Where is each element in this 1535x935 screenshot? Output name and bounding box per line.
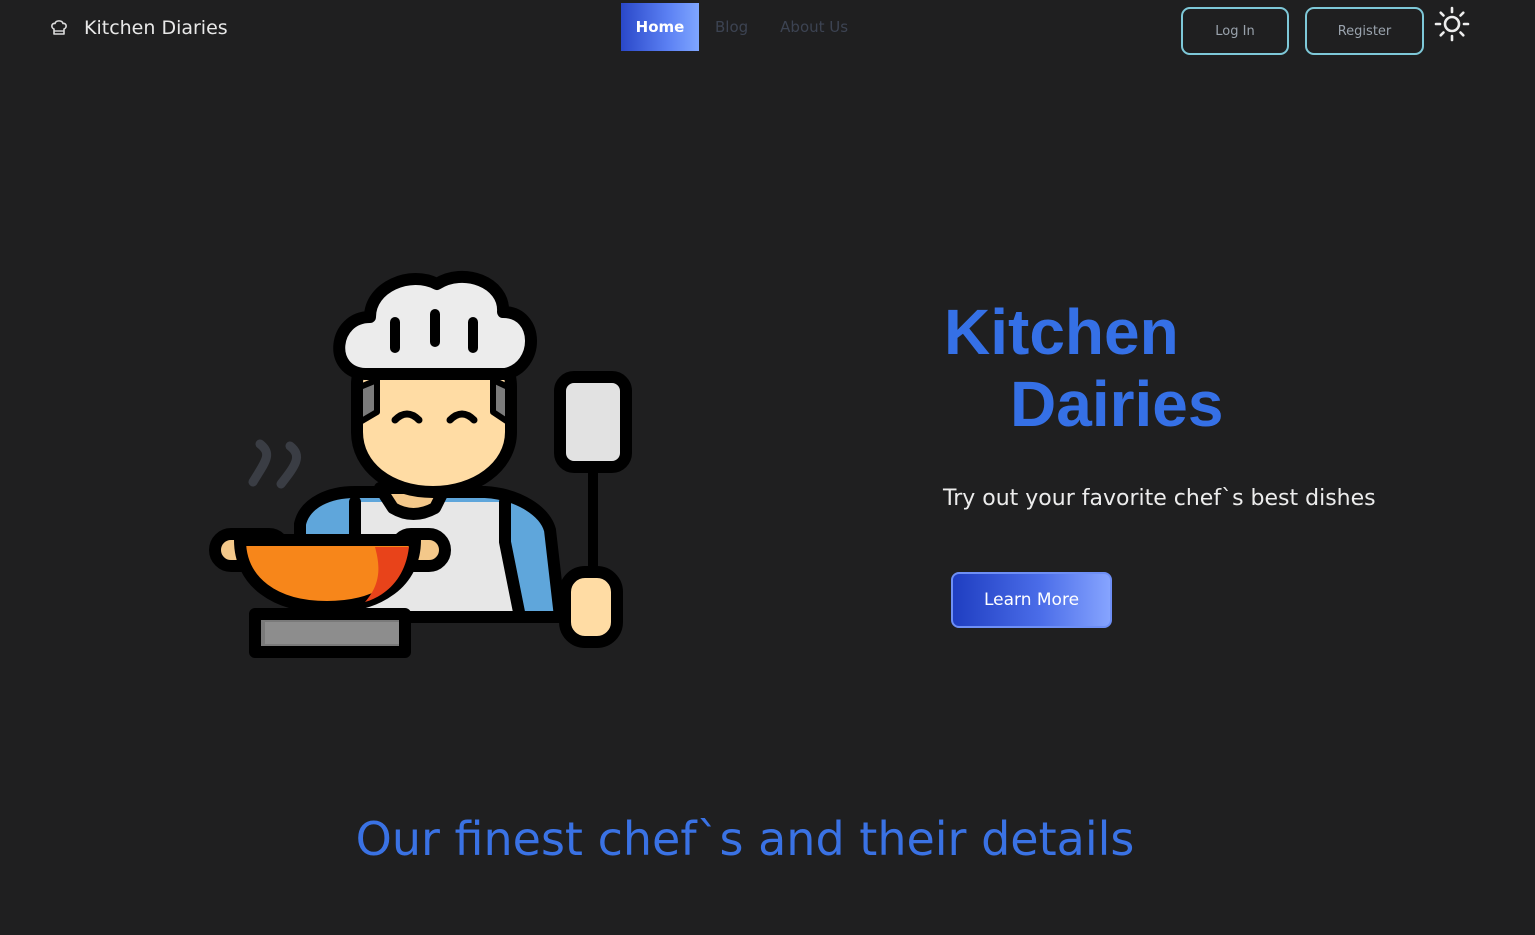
hero-title: Kitchen Dairies: [944, 296, 1223, 440]
nav-about-us[interactable]: About Us: [764, 3, 864, 51]
hero-title-line1: Kitchen: [944, 296, 1179, 368]
hero-subtitle: Try out your favorite chef`s best dishes: [943, 486, 1376, 511]
nav-home[interactable]: Home: [621, 3, 699, 51]
register-button[interactable]: Register: [1305, 7, 1424, 55]
login-button[interactable]: Log In: [1181, 7, 1289, 55]
chef-hat-icon: [50, 19, 68, 37]
section-heading: Our finest chef`s and their details: [355, 812, 1135, 866]
sun-icon[interactable]: [1433, 5, 1471, 43]
brand[interactable]: Kitchen Diaries: [50, 14, 228, 42]
learn-more-button[interactable]: Learn More: [951, 572, 1112, 628]
brand-name: Kitchen Diaries: [84, 17, 228, 39]
hero-title-line2: Dairies: [1010, 368, 1224, 440]
page: Kitchen Diaries Home Blog About Us Log I…: [0, 0, 1535, 935]
chef-cooking-illustration: [205, 262, 635, 662]
main-nav: Home Blog About Us: [621, 3, 864, 51]
nav-blog[interactable]: Blog: [699, 3, 764, 51]
